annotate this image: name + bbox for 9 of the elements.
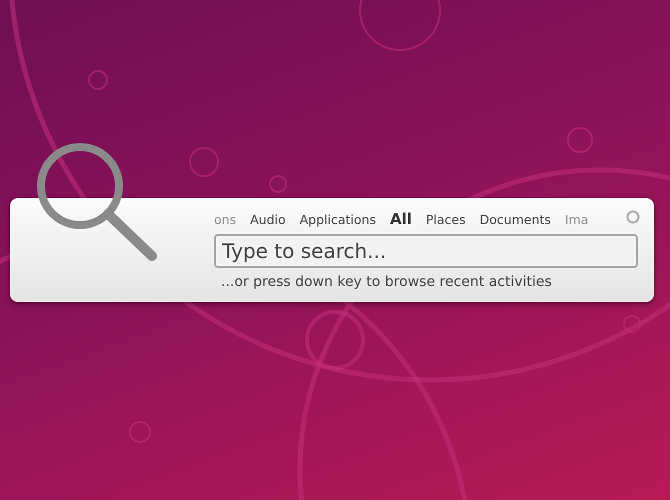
category-tab[interactable]: Applications bbox=[300, 212, 376, 227]
category-tab[interactable]: Audio bbox=[250, 212, 286, 227]
spinner-icon bbox=[626, 210, 640, 224]
search-field[interactable]: Type to search... bbox=[214, 234, 638, 268]
category-tab[interactable]: Documents bbox=[480, 212, 551, 227]
hint-text: ...or press down key to browse recent activities bbox=[220, 274, 553, 290]
search-icon bbox=[34, 140, 158, 262]
category-tab[interactable]: All bbox=[390, 210, 412, 228]
category-tab[interactable]: Places bbox=[426, 212, 466, 227]
